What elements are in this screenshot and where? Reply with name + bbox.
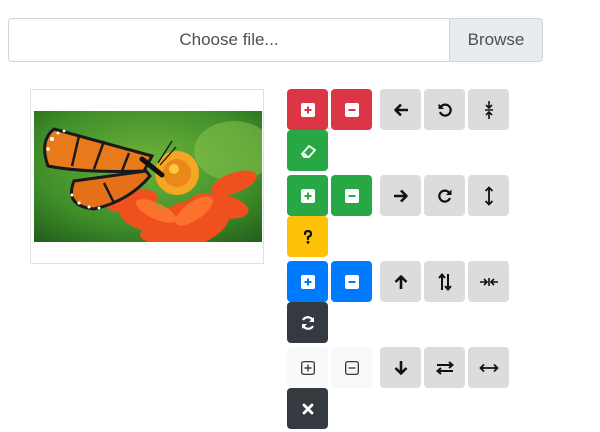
expand-vertical-button[interactable]	[468, 175, 509, 216]
compress-vertical-icon	[484, 100, 493, 119]
plus-square-outline-icon	[300, 360, 315, 375]
rotate-left-button[interactable]	[424, 89, 465, 130]
compress-horizontal-icon	[479, 277, 498, 286]
remove-red-button[interactable]	[331, 89, 372, 130]
file-input[interactable]: Choose file... Browse	[8, 18, 543, 62]
move-up-button[interactable]	[380, 261, 421, 302]
sync-icon	[301, 315, 314, 330]
minus-square-outline-icon	[344, 360, 359, 375]
flip-vertical-icon	[437, 272, 452, 291]
image-preview	[30, 89, 264, 264]
rotate-right-icon	[437, 189, 451, 203]
move-right-button[interactable]	[380, 175, 421, 216]
refresh-button[interactable]	[287, 302, 328, 343]
arrow-down-icon	[394, 360, 407, 375]
expand-horizontal-button[interactable]	[468, 347, 509, 388]
butterfly-photo	[34, 111, 262, 242]
rotate-right-button[interactable]	[424, 175, 465, 216]
move-left-button[interactable]	[380, 89, 421, 130]
arrow-up-icon	[394, 274, 407, 289]
expand-horizontal-icon	[478, 363, 499, 372]
add-blue-button[interactable]	[287, 261, 328, 302]
file-input-placeholder[interactable]: Choose file...	[9, 19, 449, 61]
move-down-button[interactable]	[380, 347, 421, 388]
add-green-button[interactable]	[287, 175, 328, 216]
flip-horizontal-button[interactable]	[424, 347, 465, 388]
compress-vertical-button[interactable]	[468, 89, 509, 130]
times-icon	[302, 403, 313, 414]
remove-blue-button[interactable]	[331, 261, 372, 302]
minus-square-icon	[344, 102, 359, 117]
flip-vertical-button[interactable]	[424, 261, 465, 302]
flip-horizontal-icon	[435, 360, 454, 375]
question-icon	[303, 229, 312, 244]
unknown-button[interactable]	[287, 216, 328, 257]
remove-green-button[interactable]	[331, 175, 372, 216]
expand-vertical-icon	[484, 185, 493, 206]
arrow-right-icon	[393, 189, 408, 202]
plus-square-icon	[300, 102, 315, 117]
rotate-left-icon	[438, 103, 452, 117]
add-outline-button[interactable]	[287, 347, 328, 388]
compress-horizontal-button[interactable]	[468, 261, 509, 302]
minus-square-icon	[344, 274, 359, 289]
browse-button[interactable]: Browse	[449, 19, 542, 61]
remove-outline-button[interactable]	[331, 347, 372, 388]
plus-square-icon	[300, 274, 315, 289]
add-red-button[interactable]	[287, 89, 328, 130]
eraser-icon	[300, 144, 316, 158]
plus-square-icon	[300, 188, 315, 203]
clear-button[interactable]	[287, 388, 328, 429]
arrow-left-icon	[393, 103, 408, 116]
eraser-button[interactable]	[287, 130, 328, 171]
minus-square-icon	[344, 188, 359, 203]
